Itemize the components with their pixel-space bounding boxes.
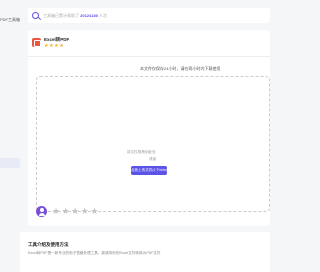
intro-description: Excel转PDF是一款专业的电子表格处理工具，能够将你的Excel文件转换为P… bbox=[28, 251, 161, 255]
upload-dropzone[interactable] bbox=[36, 76, 270, 212]
sidebar-tools-label[interactable]: PDF工具箱 bbox=[0, 17, 20, 23]
retention-notice: 本文件仅保存24小时，请在两小时内下载使用 bbox=[140, 66, 221, 71]
search-input[interactable]: 工具箱已累计帮助了 20124180 人次 bbox=[43, 13, 107, 19]
drop-hint: 将文件拖拽到此处 bbox=[127, 150, 156, 154]
upload-button[interactable]: 点我上传文件(1个/min) bbox=[131, 166, 167, 175]
search-bar[interactable]: 工具箱已累计帮助了 20124180 人次 bbox=[28, 8, 270, 23]
intro-title: 工具介绍及使用方法 bbox=[28, 242, 69, 247]
divider bbox=[28, 56, 270, 57]
sidebar-active-item[interactable] bbox=[0, 158, 20, 168]
star-icon: ★ bbox=[59, 43, 64, 49]
search-count: 20124180 bbox=[80, 12, 98, 18]
intro-section: 工具介绍及使用方法 Excel转PDF是一款专业的电子表格处理工具，能够将你的E… bbox=[20, 232, 270, 272]
tool-rating: ★ ★ ★ ★ bbox=[44, 44, 64, 49]
search-suffix: 人次 bbox=[99, 12, 108, 18]
rate-star-icon[interactable]: ★ bbox=[52, 206, 60, 217]
drop-or: 或者 bbox=[149, 157, 157, 161]
star-icon: ★ bbox=[54, 43, 59, 49]
rate-star-icon[interactable]: ★ bbox=[62, 206, 70, 217]
tool-card: Excel转PDF ★ ★ ★ ★ 本文件仅保存24小时，请在两小时内下载使用 … bbox=[28, 30, 270, 226]
star-icon: ★ bbox=[49, 43, 54, 49]
rate-star-icon[interactable]: ★ bbox=[90, 206, 98, 217]
search-prefix: 工具箱已累计帮助了 bbox=[43, 12, 79, 18]
rate-star-icon[interactable]: ★ bbox=[81, 206, 89, 217]
avatar bbox=[36, 206, 47, 217]
excel-pdf-icon bbox=[32, 38, 41, 47]
star-icon: ★ bbox=[44, 43, 49, 49]
search-icon bbox=[32, 12, 39, 19]
rating-input[interactable]: ★ ★ ★ ★ ★ bbox=[52, 206, 98, 217]
rate-star-icon[interactable]: ★ bbox=[71, 206, 79, 217]
sidebar: PDF工具箱 bbox=[0, 0, 20, 272]
